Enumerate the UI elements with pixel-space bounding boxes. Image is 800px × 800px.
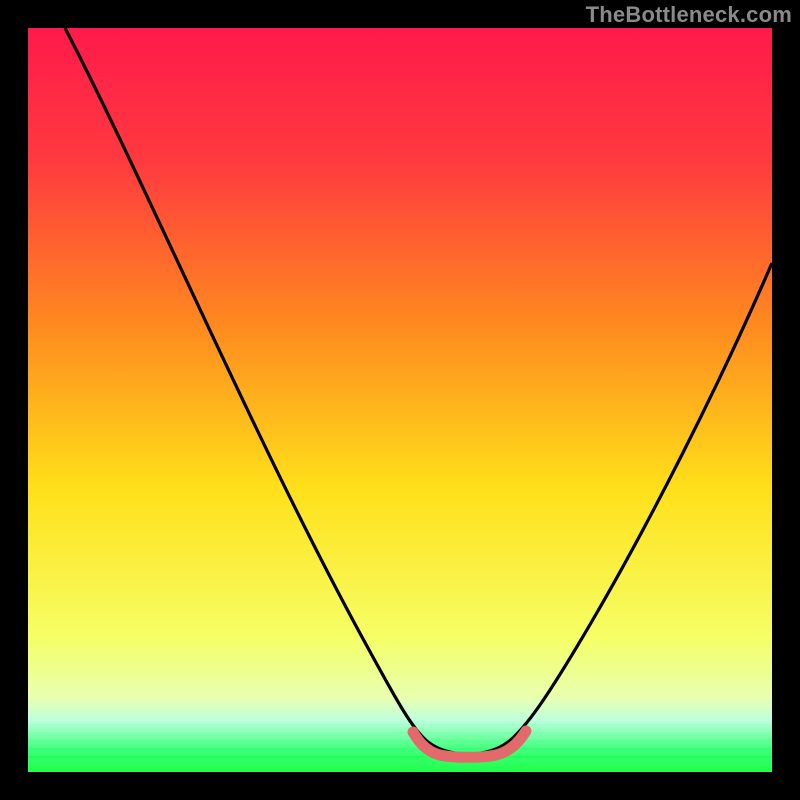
watermark-text: TheBottleneck.com	[586, 2, 792, 28]
chart-svg	[28, 28, 772, 772]
green-stripe	[28, 756, 772, 758]
gradient-background	[28, 28, 772, 772]
green-stripe	[28, 748, 772, 750]
green-stripe	[28, 724, 772, 726]
green-stripe	[28, 732, 772, 734]
green-stripe	[28, 740, 772, 742]
chart-plot-area	[28, 28, 772, 772]
chart-frame: TheBottleneck.com	[0, 0, 800, 800]
